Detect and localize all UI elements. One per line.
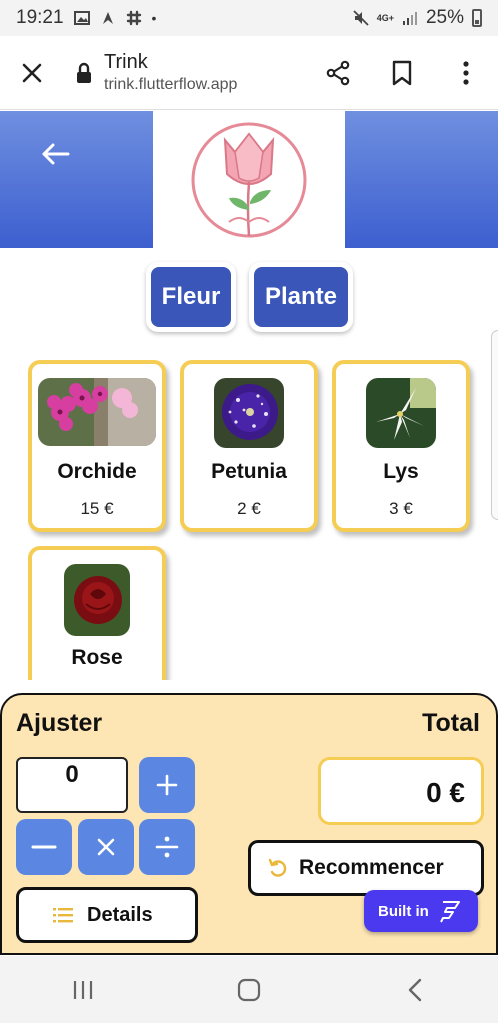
product-card-lys[interactable]: Lys 3 €: [332, 360, 470, 532]
cart-panel: Ajuster Total 0 0 € Recommencer Details …: [0, 693, 498, 955]
status-time: 19:21: [16, 7, 64, 28]
battery-level: 25%: [425, 7, 464, 28]
browser-url[interactable]: trink.flutterflow.app: [104, 76, 237, 94]
flutterflow-icon: [437, 898, 463, 924]
notification-dot-icon: •: [151, 10, 157, 26]
minus-icon: [31, 845, 57, 849]
product-price: 2 €: [237, 499, 261, 518]
plus-button[interactable]: [139, 757, 195, 813]
app-header: [0, 111, 498, 248]
total-title: Total: [422, 709, 480, 737]
tulip-logo: [153, 111, 345, 248]
product-name: Petunia: [211, 460, 287, 483]
multiply-icon: [97, 838, 115, 856]
category-plante-button[interactable]: Plante: [254, 267, 348, 327]
system-nav-bar: [0, 956, 498, 1023]
product-name: Lys: [383, 460, 419, 483]
signal-icon: [402, 10, 418, 26]
product-name: Orchide: [57, 460, 137, 483]
divide-button[interactable]: [139, 819, 195, 875]
battery-icon: [472, 9, 482, 27]
slack-icon: [126, 10, 142, 26]
browser-toolbar: Trink trink.flutterflow.app: [0, 36, 498, 110]
product-price: 15 €: [80, 499, 114, 518]
lock-icon: [76, 62, 92, 84]
plus-icon: [156, 774, 178, 796]
arrow-icon: [100, 10, 116, 26]
quantity-input[interactable]: 0: [16, 757, 128, 813]
total-value: 0 €: [318, 757, 484, 825]
back-arrow-icon[interactable]: [38, 139, 74, 169]
browser-page-title: Trink: [104, 51, 148, 73]
multiply-button[interactable]: [78, 819, 134, 875]
list-icon: [53, 907, 73, 923]
restart-icon: [267, 857, 289, 879]
category-fleur-wrapper: Fleur: [146, 262, 236, 332]
back-nav-icon[interactable]: [385, 965, 445, 1015]
mute-icon: [353, 10, 369, 26]
product-card-orchide[interactable]: Orchide 15 €: [28, 360, 166, 532]
close-icon[interactable]: [18, 59, 46, 87]
restart-button[interactable]: Recommencer: [248, 840, 484, 896]
built-in-label: Built in: [378, 902, 429, 920]
petunia-image: [214, 378, 284, 448]
rose-image: [64, 564, 130, 636]
product-card-petunia[interactable]: Petunia 2 €: [180, 360, 318, 532]
adjust-title: Ajuster: [16, 709, 103, 737]
product-card-rose[interactable]: Rose: [28, 546, 166, 680]
product-grid: Orchide 15 € Petunia 2 € Lys 3 € Rose: [0, 350, 498, 680]
category-plante-wrapper: Plante: [249, 262, 353, 332]
details-label: Details: [87, 903, 153, 926]
orchid-image: [38, 378, 156, 446]
divide-icon: [155, 836, 179, 858]
minus-button[interactable]: [16, 819, 72, 875]
share-icon[interactable]: [324, 59, 352, 87]
restart-label: Recommencer: [299, 856, 444, 879]
product-name: Rose: [71, 646, 123, 669]
more-menu-icon[interactable]: [452, 59, 480, 87]
product-price: 3 €: [389, 499, 413, 518]
home-icon[interactable]: [219, 965, 279, 1015]
lily-image: [366, 378, 436, 448]
category-fleur-button[interactable]: Fleur: [151, 267, 231, 327]
status-bar: 19:21 • 4G+ 25%: [0, 0, 498, 36]
bookmark-icon[interactable]: [388, 59, 416, 87]
network-label: 4G+: [376, 13, 394, 23]
built-in-flutterflow-badge[interactable]: Built in: [364, 890, 478, 932]
details-button[interactable]: Details: [16, 887, 198, 943]
recent-apps-icon[interactable]: [53, 965, 113, 1015]
gallery-icon: [73, 10, 90, 26]
